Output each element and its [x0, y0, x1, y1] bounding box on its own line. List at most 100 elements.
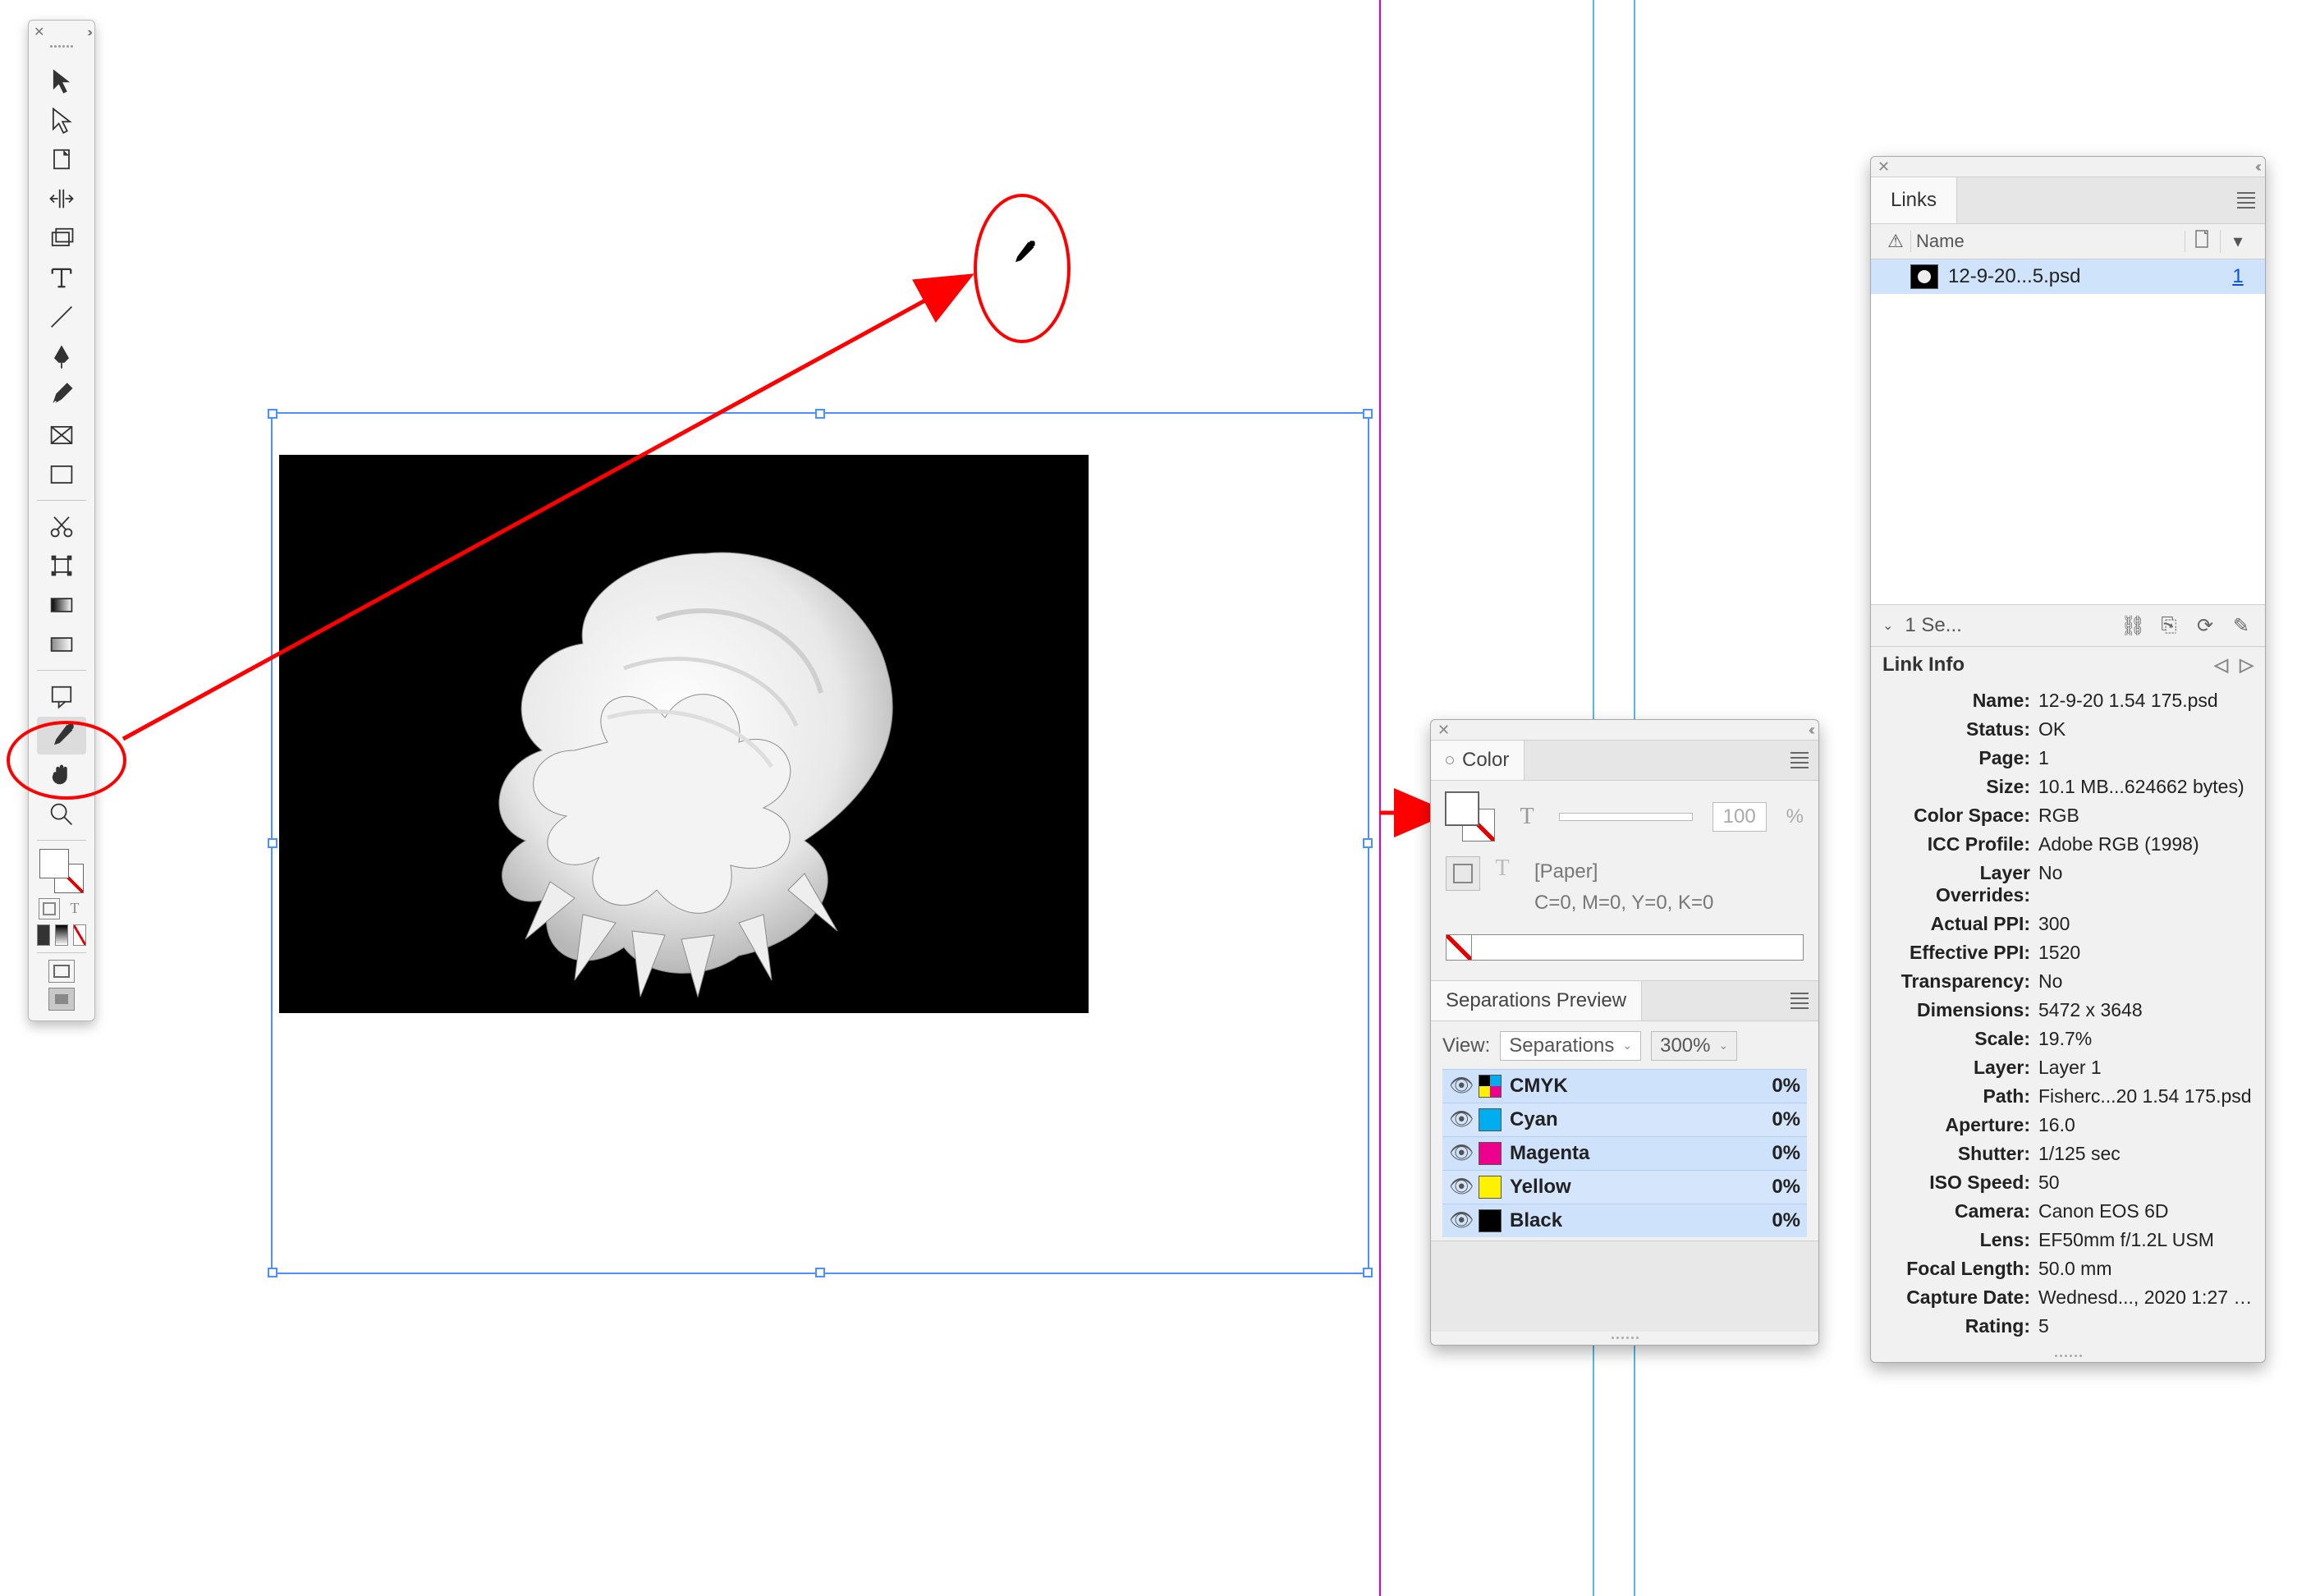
direct-selection-tool[interactable] — [37, 101, 86, 139]
visibility-eye-icon[interactable]: 👁 — [1449, 1108, 1470, 1131]
apply-none-icon[interactable] — [73, 924, 86, 946]
ink-row[interactable]: 👁CMYK0% — [1442, 1069, 1807, 1103]
resize-handle[interactable] — [268, 838, 277, 848]
panel-header[interactable]: ✕ ›› — [29, 21, 94, 45]
resize-handle[interactable] — [268, 1268, 277, 1277]
visibility-eye-icon[interactable]: 👁 — [1449, 1208, 1470, 1232]
link-info-row: Page:1 — [1871, 744, 2265, 773]
selection-tool[interactable] — [37, 62, 86, 99]
eyedropper-tool[interactable] — [37, 717, 86, 754]
page-column-icon[interactable] — [2185, 230, 2221, 253]
preview-mode-icon[interactable] — [48, 988, 75, 1011]
scissors-tool[interactable] — [37, 507, 86, 545]
fill-swatch[interactable] — [1446, 792, 1479, 825]
spectrum-bar[interactable] — [1446, 934, 1804, 961]
type-tool[interactable] — [37, 259, 86, 296]
gap-tool[interactable] — [37, 180, 86, 218]
collapse-icon[interactable]: ›› — [87, 25, 89, 40]
formatting-text-icon[interactable]: T — [65, 898, 85, 918]
link-item[interactable]: 12-9-20...5.psd 1 — [1871, 259, 2265, 294]
visibility-eye-icon[interactable]: 👁 — [1449, 1175, 1470, 1199]
ink-row[interactable]: 👁Black0% — [1442, 1204, 1807, 1237]
ink-row[interactable]: 👁Yellow0% — [1442, 1170, 1807, 1204]
formatting-text-icon[interactable]: T — [1515, 805, 1539, 829]
note-tool[interactable] — [37, 677, 86, 715]
ink-name: Magenta — [1510, 1142, 1589, 1165]
resize-handle[interactable] — [815, 1268, 825, 1277]
tab-color[interactable]: Color — [1431, 741, 1525, 780]
ink-swatch — [1479, 1075, 1502, 1098]
free-transform-tool[interactable] — [37, 547, 86, 585]
panel-resize-grabber[interactable] — [1431, 1332, 1818, 1345]
hand-tool[interactable] — [37, 756, 86, 794]
relink-icon[interactable]: ⛓ — [2121, 614, 2145, 638]
update-link-icon[interactable]: ⟳ — [2193, 614, 2217, 638]
fill-stroke-swatch[interactable] — [39, 849, 84, 893]
resize-handle[interactable] — [1363, 838, 1373, 848]
line-tool[interactable] — [37, 298, 86, 336]
gradient-swatch-tool[interactable] — [37, 586, 86, 624]
zoom-tool[interactable] — [37, 796, 86, 833]
resize-handle[interactable] — [1363, 409, 1373, 419]
collapse-icon[interactable]: ‹‹ — [2255, 158, 2258, 176]
zoom-dropdown[interactable]: 300% ⌄ — [1651, 1031, 1737, 1061]
panel-menu-icon[interactable] — [1790, 752, 1809, 768]
formatting-container-button[interactable] — [1446, 856, 1480, 891]
tab-links[interactable]: Links — [1871, 177, 1957, 223]
prev-icon[interactable]: ◁ — [2214, 654, 2228, 676]
fill-swatch[interactable] — [39, 849, 69, 878]
ink-row[interactable]: 👁Cyan0% — [1442, 1103, 1807, 1136]
apply-gradient-icon[interactable] — [55, 924, 68, 946]
panel-header[interactable]: ✕ ‹‹ — [1871, 157, 2265, 177]
panel-menu-icon[interactable] — [1790, 993, 1809, 1009]
none-swatch-icon[interactable] — [1447, 935, 1472, 960]
resize-handle[interactable] — [815, 409, 825, 419]
chevron-down-icon[interactable]: ⌄ — [1882, 617, 1893, 634]
rectangle-frame-tool[interactable] — [37, 416, 86, 454]
link-info-row: ISO Speed:50 — [1871, 1168, 2265, 1197]
content-collector-tool[interactable] — [37, 219, 86, 257]
tab-separations-preview[interactable]: Separations Preview — [1431, 981, 1642, 1020]
formatting-text-button[interactable]: T — [1490, 856, 1515, 881]
resize-handle[interactable] — [268, 409, 277, 419]
fill-stroke-proxy[interactable] — [1446, 792, 1495, 842]
normal-mode-icon[interactable] — [48, 960, 75, 983]
links-column-headers[interactable]: ⚠ Name ▾ — [1871, 224, 2265, 259]
page-tool[interactable] — [37, 140, 86, 178]
visibility-eye-icon[interactable]: 👁 — [1449, 1074, 1470, 1098]
panel-grabber[interactable] — [29, 45, 94, 57]
collapse-icon[interactable]: ‹‹ — [1809, 722, 1812, 739]
link-page-number[interactable]: 1 — [2221, 265, 2255, 288]
status-column-icon[interactable]: ▾ — [2221, 231, 2255, 252]
tint-slider[interactable] — [1559, 813, 1693, 821]
link-info-value: Canon EOS 6D — [2038, 1200, 2254, 1222]
pencil-tool[interactable] — [37, 377, 86, 415]
formatting-container-icon[interactable] — [39, 898, 60, 920]
tint-value-field[interactable]: 100 — [1712, 802, 1767, 832]
gradient-feather-tool[interactable] — [37, 626, 86, 663]
close-icon[interactable]: ✕ — [1878, 158, 1890, 176]
next-icon[interactable]: ▷ — [2240, 654, 2254, 676]
view-dropdown[interactable]: Separations ⌄ — [1500, 1031, 1641, 1061]
link-info-nav[interactable]: ◁ ▷ — [2214, 654, 2254, 676]
panel-header[interactable]: ✕ ‹‹ — [1431, 720, 1818, 740]
apply-color-icon[interactable] — [37, 924, 50, 946]
placed-image[interactable] — [279, 455, 1089, 1013]
links-list[interactable]: 12-9-20...5.psd 1 — [1871, 259, 2265, 604]
resize-handle[interactable] — [1363, 1268, 1373, 1277]
ink-swatch — [1479, 1108, 1502, 1131]
pen-tool[interactable] — [37, 337, 86, 375]
warning-column-icon[interactable]: ⚠ — [1881, 231, 1910, 252]
ink-name: CMYK — [1510, 1075, 1568, 1098]
close-icon[interactable]: ✕ — [1437, 722, 1450, 739]
visibility-eye-icon[interactable]: 👁 — [1449, 1141, 1470, 1165]
name-column-header[interactable]: Name — [1910, 231, 2185, 252]
panel-resize-grabber[interactable] — [1871, 1349, 2265, 1362]
goto-link-icon[interactable]: ⎘ — [2157, 614, 2181, 637]
link-info-value: 1/125 sec — [2038, 1143, 2254, 1165]
edit-original-icon[interactable]: ✎ — [2229, 614, 2254, 638]
panel-menu-icon[interactable] — [2237, 192, 2255, 209]
rectangle-tool[interactable] — [37, 456, 86, 493]
close-icon[interactable]: ✕ — [34, 26, 47, 39]
ink-row[interactable]: 👁Magenta0% — [1442, 1136, 1807, 1170]
